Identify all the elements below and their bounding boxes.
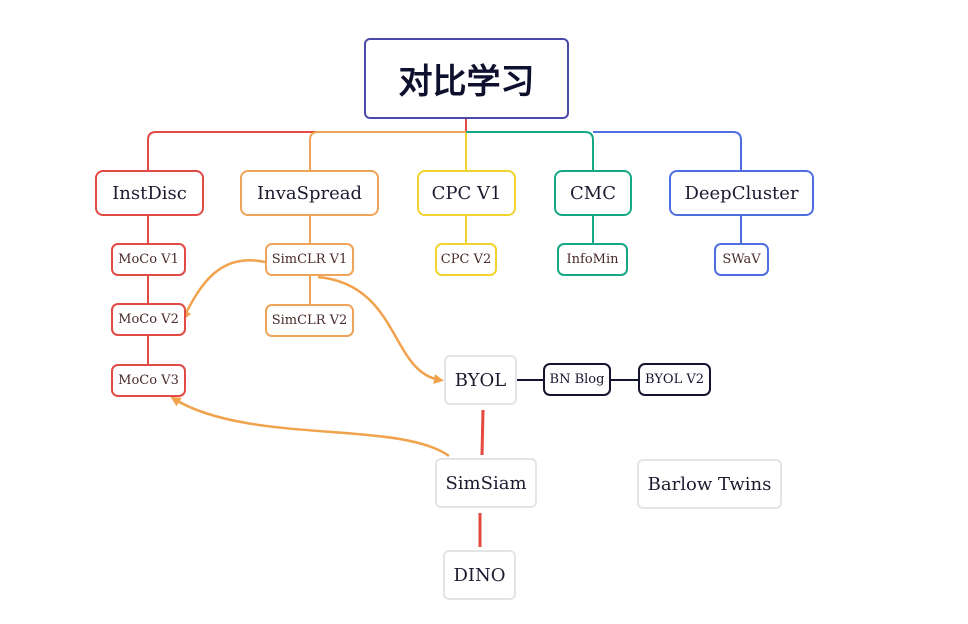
subtopic-simclr-v2[interactable]: SimCLR V2 (265, 304, 354, 337)
root-topic[interactable]: 对比学习 (364, 38, 569, 119)
subtopic-simclr-v1[interactable]: SimCLR V1 (265, 243, 354, 276)
topic-barlow-twins[interactable]: Barlow Twins (637, 459, 782, 509)
topic-dino[interactable]: DINO (443, 550, 516, 600)
root-to-cmc-edge (466, 131, 594, 170)
topic-invaspread[interactable]: InvaSpread (240, 170, 379, 216)
subtopic-moco-v1[interactable]: MoCo V1 (111, 243, 186, 276)
subtopic-moco-v2[interactable]: MoCo V2 (111, 303, 186, 336)
simsiam-to-mocov3-arrow (170, 396, 450, 458)
topic-byol[interactable]: BYOL (444, 355, 517, 405)
subtopic-infomin[interactable]: InfoMin (557, 243, 628, 276)
byol-to-simsiam-edge (480, 409, 485, 456)
topic-cmc[interactable]: CMC (554, 170, 632, 216)
subtopic-swav[interactable]: SWaV (714, 243, 769, 276)
root-to-instdisc-edge (147, 119, 467, 170)
topic-instdisc[interactable]: InstDisc (95, 170, 204, 216)
topic-cpc-v1[interactable]: CPC V1 (417, 170, 516, 216)
topic-deepcluster[interactable]: DeepCluster (669, 170, 814, 216)
subtopic-moco-v3[interactable]: MoCo V3 (111, 364, 186, 397)
topic-bn-blog[interactable]: BN Blog (543, 363, 611, 396)
root-to-deepcluster-edge (593, 131, 742, 170)
topic-simsiam[interactable]: SimSiam (435, 458, 537, 508)
subtopic-cpc-v2[interactable]: CPC V2 (435, 243, 497, 276)
mindmap-canvas: 对比学习 InstDisc InvaSpread CPC V1 CMC Deep… (0, 0, 968, 624)
simclrv1-to-mocov2-arrow (182, 259, 266, 321)
topic-byol-v2[interactable]: BYOL V2 (638, 363, 711, 396)
root-to-invaspread-edge (309, 131, 466, 170)
